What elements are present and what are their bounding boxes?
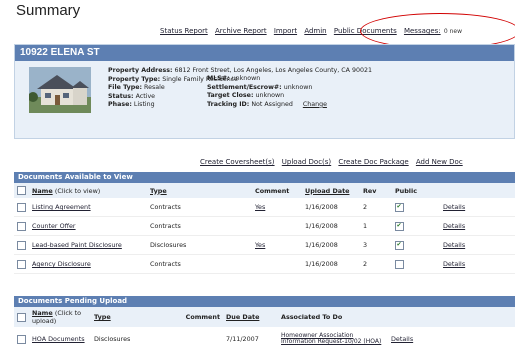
create-coversheet-link[interactable]: Create Coversheet(s) <box>200 158 275 166</box>
details-link[interactable]: Details <box>443 260 465 268</box>
row-checkbox[interactable] <box>17 221 26 231</box>
table-row: Lead-based Paint Disclosure Disclosures … <box>14 235 515 255</box>
document-link[interactable]: Counter Offer <box>32 222 76 230</box>
phase-value: Listing <box>133 101 155 109</box>
tracking-value: Not Assigned <box>251 100 293 108</box>
comment-link[interactable]: Yes <box>255 241 265 249</box>
upload-docs-link[interactable]: Upload Doc(s) <box>282 158 331 166</box>
comment-link[interactable]: Yes <box>255 203 265 211</box>
type-sort-link[interactable]: Type <box>150 187 167 195</box>
table-row: Agency Disclosure Contracts 1/16/2008 2 … <box>14 254 515 274</box>
archive-report-link[interactable]: Archive Report <box>215 27 267 35</box>
pending-documents-table: Name (Click to upload) Type Comment Due … <box>14 307 515 351</box>
public-checkbox[interactable] <box>395 259 404 269</box>
create-doc-package-link[interactable]: Create Doc Package <box>338 158 408 166</box>
property-title: 10922 ELENA ST <box>15 45 514 61</box>
row-checkbox[interactable] <box>17 334 26 344</box>
public-checkbox[interactable] <box>395 221 404 231</box>
table-row: Listing Agreement Contracts Yes 1/16/200… <box>14 198 515 217</box>
name-sort-link[interactable]: Name <box>32 187 53 195</box>
document-actions: Create Coversheet(s) Upload Doc(s) Creat… <box>200 158 515 166</box>
available-documents-table: Name (Click to view) Type Comment Upload… <box>14 183 515 274</box>
import-link[interactable]: Import <box>274 27 297 35</box>
row-checkbox[interactable] <box>17 202 26 212</box>
public-checkbox[interactable] <box>395 240 404 250</box>
status-value: Active <box>135 92 156 100</box>
associated-todo-link[interactable]: Homeowner Association Information Reques… <box>281 332 385 346</box>
type-sort-link[interactable]: Type <box>94 313 111 321</box>
name-sort-link[interactable]: Name <box>32 309 53 317</box>
admin-link[interactable]: Admin <box>304 27 326 35</box>
details-link[interactable]: Details <box>443 222 465 230</box>
table-header: Name (Click to view) Type Comment Upload… <box>14 183 515 198</box>
details-link[interactable]: Details <box>443 241 465 249</box>
property-panel: 10922 ELENA ST Property Address: 6812 Fr… <box>14 44 515 139</box>
select-all-checkbox[interactable] <box>17 312 26 322</box>
document-link[interactable]: Lead-based Paint Disclosure <box>32 241 122 249</box>
document-link[interactable]: Listing Agreement <box>32 203 91 211</box>
details-link[interactable]: Details <box>391 335 413 343</box>
document-link[interactable]: HOA Documents <box>32 335 85 343</box>
mls-value: unknown <box>231 75 261 82</box>
row-checkbox[interactable] <box>17 259 26 269</box>
due-date-sort-link[interactable]: Due Date <box>226 313 259 321</box>
property-address: 6812 Front Street, Los Angeles, Los Ange… <box>174 67 373 74</box>
document-link[interactable]: Agency Disclosure <box>32 260 91 268</box>
public-checkbox[interactable] <box>395 202 404 212</box>
row-checkbox[interactable] <box>17 240 26 250</box>
select-all-checkbox[interactable] <box>17 186 26 195</box>
page-title: Summary <box>16 2 81 19</box>
table-header: Name (Click to upload) Type Comment Due … <box>14 307 515 327</box>
available-section-title: Documents Available to View <box>14 172 515 183</box>
details-link[interactable]: Details <box>443 203 465 211</box>
status-report-link[interactable]: Status Report <box>160 27 208 35</box>
target-close-value: unknown <box>255 92 285 100</box>
house-photo <box>29 67 91 113</box>
change-link[interactable]: Change <box>303 101 327 108</box>
settlement-value: unknown <box>283 83 313 91</box>
upload-date-sort-link[interactable]: Upload Date <box>305 187 349 195</box>
property-details-right: MLS#: unknown Settlement/Escrow#: unknow… <box>207 75 327 108</box>
table-row: HOA Documents Disclosures 7/11/2007 Home… <box>14 327 515 351</box>
table-row: Counter Offer Contracts 1/16/2008 1 Deta… <box>14 216 515 236</box>
add-new-doc-link[interactable]: Add New Doc <box>416 158 463 166</box>
file-type: Resale <box>144 84 165 92</box>
pending-section-title: Documents Pending Upload <box>14 296 515 307</box>
